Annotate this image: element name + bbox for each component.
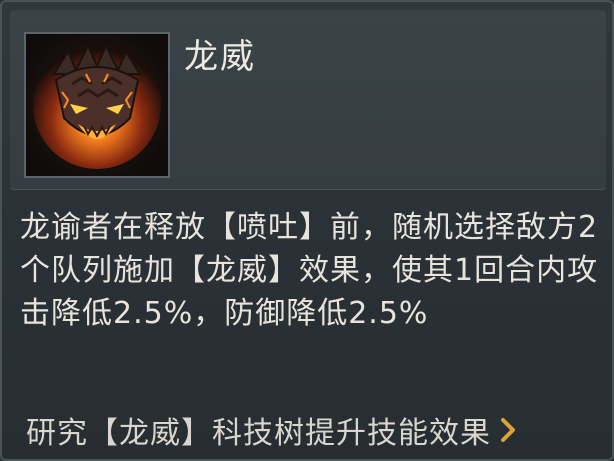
skill-header: 龙威 bbox=[10, 10, 606, 190]
skill-title: 龙威 bbox=[184, 37, 256, 77]
chevron-right-icon bbox=[501, 418, 515, 442]
skill-tooltip-panel: 龙威 龙谕者在释放【喷吐】前，随机选择敌方2个队列施加【龙威】效果，使其1回合内… bbox=[0, 0, 614, 461]
research-link-label: 研究【龙威】科技树提升技能效果 bbox=[26, 416, 491, 451]
skill-icon-frame bbox=[24, 32, 170, 178]
research-tech-tree-link[interactable]: 研究【龙威】科技树提升技能效果 bbox=[26, 408, 517, 452]
dragon-head-icon bbox=[26, 34, 168, 176]
skill-description: 龙谕者在释放【喷吐】前，随机选择敌方2个队列施加【龙威】效果，使其1回合内攻击降… bbox=[20, 210, 599, 331]
